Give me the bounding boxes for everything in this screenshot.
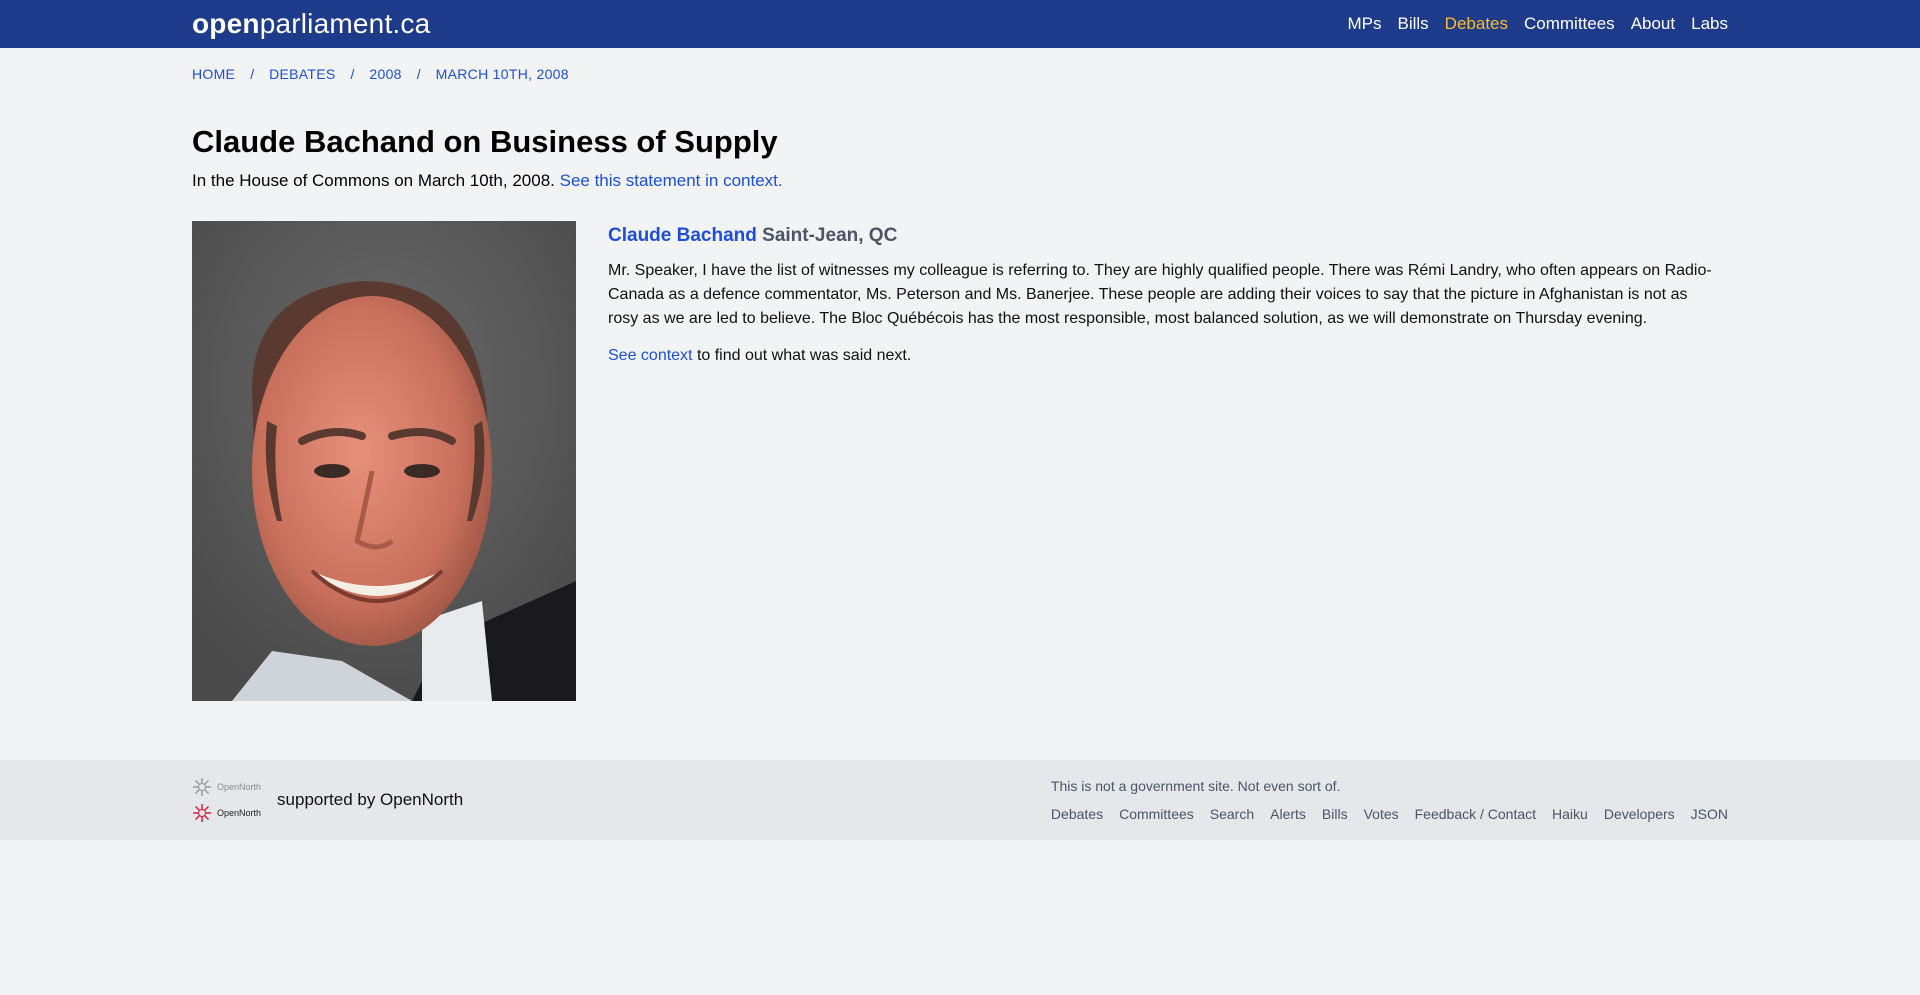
- main-content: HOME / DEBATES / 2008 / MARCH 10TH, 2008…: [0, 66, 1920, 701]
- nav-about[interactable]: About: [1631, 14, 1675, 34]
- opennorth-logos[interactable]: OpenNorth OpenNorth: [192, 777, 261, 823]
- nav-committees[interactable]: Committees: [1524, 14, 1615, 34]
- opennorth-star-icon: [193, 804, 211, 822]
- opennorth-logo-text: OpenNorth: [217, 782, 262, 792]
- mp-portrait-image: [192, 221, 576, 701]
- footer-right: This is not a government site. Not even …: [1051, 778, 1728, 822]
- footer-links: Debates Committees Search Alerts Bills V…: [1051, 806, 1728, 822]
- main-nav: MPs Bills Debates Committees About Labs: [1348, 14, 1729, 34]
- supported-by-text: supported by OpenNorth: [277, 790, 464, 809]
- context-line-text: to find out what was said next.: [692, 347, 912, 364]
- nav-mps[interactable]: MPs: [1348, 14, 1382, 34]
- speaker-name-link[interactable]: Claude Bachand: [608, 225, 757, 246]
- footer-link-developers[interactable]: Developers: [1604, 806, 1675, 822]
- footer-link-votes[interactable]: Votes: [1364, 806, 1399, 822]
- nav-labs[interactable]: Labs: [1691, 14, 1728, 34]
- footer-link-search[interactable]: Search: [1210, 806, 1254, 822]
- speaker-riding: Saint-Jean, QC: [762, 225, 898, 246]
- breadcrumb-home[interactable]: HOME: [192, 66, 235, 82]
- top-navigation-bar: openparliament.ca MPs Bills Debates Comm…: [0, 0, 1920, 48]
- footer-left: OpenNorth OpenNorth supported by OpenNor…: [192, 777, 463, 823]
- breadcrumb: HOME / DEBATES / 2008 / MARCH 10TH, 2008: [192, 66, 1728, 82]
- breadcrumb-date[interactable]: MARCH 10TH, 2008: [436, 66, 569, 82]
- nav-bills[interactable]: Bills: [1398, 14, 1429, 34]
- footer-link-json[interactable]: JSON: [1691, 806, 1728, 822]
- page-subtitle: In the House of Commons on March 10th, 2…: [192, 171, 1728, 191]
- breadcrumb-separator: /: [416, 66, 421, 82]
- footer-disclaimer: This is not a government site. Not even …: [1050, 778, 1341, 794]
- opennorth-logo-text: OpenNorth: [217, 808, 262, 818]
- nav-debates[interactable]: Debates: [1445, 14, 1508, 34]
- page-title: Claude Bachand on Business of Supply: [192, 124, 778, 159]
- footer-link-debates[interactable]: Debates: [1051, 806, 1103, 822]
- logo-rest-text: parliament.ca: [259, 8, 431, 39]
- statement-context-link[interactable]: See this statement in context.: [560, 171, 783, 190]
- statement-body: Claude Bachand Saint-Jean, QC Mr. Speake…: [608, 221, 1720, 701]
- footer-link-feedback-contact[interactable]: Feedback / Contact: [1415, 806, 1536, 822]
- statement-text: Mr. Speaker, I have the list of witnesse…: [608, 262, 1712, 327]
- footer-link-bills[interactable]: Bills: [1322, 806, 1348, 822]
- footer-link-alerts[interactable]: Alerts: [1270, 806, 1306, 822]
- statement: Claude Bachand Saint-Jean, QC Mr. Speake…: [192, 221, 1728, 701]
- footer-link-committees[interactable]: Committees: [1119, 806, 1194, 822]
- context-line: See context to find out what was said ne…: [608, 347, 1720, 365]
- breadcrumb-debates[interactable]: DEBATES: [269, 66, 335, 82]
- mp-photo[interactable]: [192, 221, 576, 701]
- breadcrumb-year[interactable]: 2008: [369, 66, 401, 82]
- site-logo[interactable]: openparliament.ca: [192, 8, 430, 40]
- subtitle-text: In the House of Commons on March 10th, 2…: [192, 171, 555, 190]
- footer: OpenNorth OpenNorth supported by OpenNor…: [0, 760, 1920, 840]
- breadcrumb-separator: /: [250, 66, 255, 82]
- logo-bold-text: open: [192, 8, 260, 39]
- breadcrumb-separator: /: [350, 66, 355, 82]
- footer-link-haiku[interactable]: Haiku: [1552, 806, 1588, 822]
- opennorth-logo-color: OpenNorth: [192, 803, 261, 823]
- speaker-line: Claude Bachand Saint-Jean, QC: [608, 225, 1720, 247]
- see-context-link[interactable]: See context: [608, 347, 693, 364]
- opennorth-logo-grey: OpenNorth: [192, 777, 261, 797]
- opennorth-star-icon: [193, 778, 211, 796]
